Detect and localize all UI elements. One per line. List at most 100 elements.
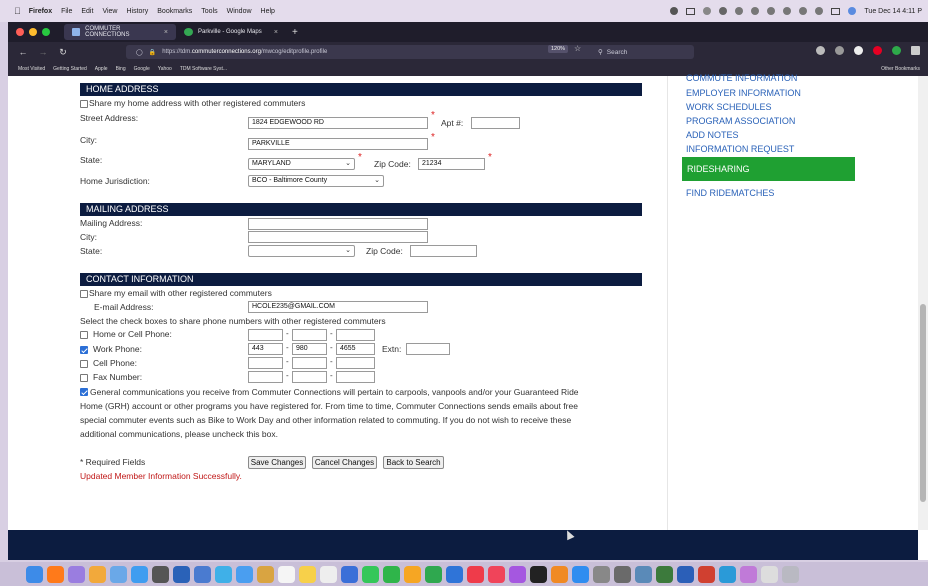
work-phone-line-input[interactable]: 4655 xyxy=(336,343,375,355)
apple-icon[interactable]:  xyxy=(14,6,21,16)
app-icon[interactable] xyxy=(719,565,736,583)
firefox-icon[interactable] xyxy=(47,565,64,583)
calendar-icon[interactable] xyxy=(278,565,295,583)
messages-icon[interactable] xyxy=(362,565,379,583)
apt-input[interactable] xyxy=(471,117,520,129)
music-icon[interactable] xyxy=(488,565,505,583)
time-machine-icon[interactable] xyxy=(783,7,792,15)
bookmark-tdm-software[interactable]: TDM Software Syst... xyxy=(180,66,227,72)
finder-icon[interactable] xyxy=(26,565,43,583)
email-input[interactable]: HCOLE235@GMAIL.COM xyxy=(248,301,428,313)
page-scrollbar[interactable] xyxy=(918,76,928,530)
save-changes-button[interactable]: Save Changes xyxy=(248,456,306,469)
back-arrow-icon[interactable]: ← xyxy=(18,47,28,57)
app-icon[interactable] xyxy=(698,565,715,583)
bookmark-bing[interactable]: Bing xyxy=(116,66,126,72)
nav-find-ridematches[interactable]: FIND RIDEMATCHES xyxy=(686,188,774,198)
user-icon[interactable] xyxy=(799,7,808,15)
minimize-window-icon[interactable] xyxy=(29,28,37,36)
app-icon[interactable] xyxy=(614,565,631,583)
trash-icon[interactable] xyxy=(782,565,799,583)
state-select[interactable]: MARYLAND ⌄ xyxy=(248,158,355,170)
menu-window[interactable]: Window xyxy=(227,8,252,15)
menu-history[interactable]: History xyxy=(126,8,148,15)
photos-icon[interactable] xyxy=(89,565,106,583)
tab-commuter-connections[interactable]: COMMUTER CONNECTIONS × xyxy=(64,24,176,40)
cell-phone-area-input[interactable] xyxy=(248,357,283,369)
menubar-clock[interactable]: Tue Dec 14 4:11 P xyxy=(864,8,922,15)
close-window-icon[interactable] xyxy=(16,28,24,36)
jurisdiction-select[interactable]: BCO - Baltimore County ⌄ xyxy=(248,175,384,187)
home-cell-phone-checkbox[interactable] xyxy=(80,331,88,339)
app-icon[interactable] xyxy=(173,565,190,583)
nav-commute-information[interactable]: COMMUTE INFORMATION xyxy=(686,73,797,83)
lock-icon[interactable]: 🔒 xyxy=(149,49,156,56)
extension-icon[interactable] xyxy=(892,46,901,55)
menu-firefox[interactable]: Firefox xyxy=(29,8,52,15)
zip-input[interactable]: 21234 xyxy=(418,158,485,170)
other-bookmarks-folder[interactable]: Other Bookmarks xyxy=(881,66,920,72)
cell-phone-prefix-input[interactable] xyxy=(292,357,327,369)
mailing-state-select[interactable]: ⌄ xyxy=(248,245,355,257)
nav-ridesharing-active[interactable]: RIDESHARING xyxy=(682,157,855,181)
shield-icon[interactable]: ◯ xyxy=(136,49,143,56)
fax-prefix-input[interactable] xyxy=(292,371,327,383)
bookmark-apple[interactable]: Apple xyxy=(95,66,108,72)
app-icon[interactable] xyxy=(341,565,358,583)
menu-icon[interactable] xyxy=(911,46,920,55)
scrollbar-thumb[interactable] xyxy=(920,304,926,502)
app-icon[interactable] xyxy=(656,565,673,583)
bookmark-star-icon[interactable]: ☆ xyxy=(574,44,581,53)
menu-file[interactable]: File xyxy=(61,8,72,15)
app-icon[interactable] xyxy=(740,565,757,583)
pocket-icon[interactable] xyxy=(816,46,825,55)
app-icon[interactable] xyxy=(110,565,127,583)
keynote-icon[interactable] xyxy=(446,565,463,583)
tv-icon[interactable] xyxy=(530,565,547,583)
siri-icon[interactable] xyxy=(848,7,857,15)
clock-icon[interactable] xyxy=(719,7,728,15)
launchpad-icon[interactable] xyxy=(68,565,85,583)
word-icon[interactable] xyxy=(677,565,694,583)
extn-input[interactable] xyxy=(406,343,450,355)
menu-view[interactable]: View xyxy=(102,8,117,15)
app-icon[interactable] xyxy=(635,565,652,583)
new-tab-button[interactable]: + xyxy=(286,27,298,38)
nav-program-association[interactable]: PROGRAM ASSOCIATION xyxy=(686,116,795,126)
nav-add-notes[interactable]: ADD NOTES xyxy=(686,130,739,140)
calculator-icon[interactable] xyxy=(152,565,169,583)
mailing-city-input[interactable] xyxy=(248,231,428,243)
app-icon[interactable] xyxy=(215,565,232,583)
books-icon[interactable] xyxy=(551,565,568,583)
mailing-address-input[interactable] xyxy=(248,218,428,230)
forward-arrow-icon[interactable]: → xyxy=(38,47,48,57)
app-store-icon[interactable] xyxy=(572,565,589,583)
share-home-checkbox[interactable] xyxy=(80,100,88,108)
bookmark-yahoo[interactable]: Yahoo xyxy=(158,66,172,72)
app-icon[interactable] xyxy=(257,565,274,583)
home-phone-prefix-input[interactable] xyxy=(292,329,327,341)
zoom-level[interactable]: 120% xyxy=(548,45,569,53)
spotlight-icon[interactable] xyxy=(815,7,824,15)
cell-phone-line-input[interactable] xyxy=(336,357,375,369)
fax-line-input[interactable] xyxy=(336,371,375,383)
preview-icon[interactable] xyxy=(761,565,778,583)
bluetooth-icon[interactable] xyxy=(751,7,760,15)
work-phone-checkbox[interactable] xyxy=(80,346,88,354)
back-to-search-button[interactable]: Back to Search xyxy=(383,456,444,469)
notes-icon[interactable] xyxy=(299,565,316,583)
app-icon[interactable] xyxy=(194,565,211,583)
numbers-icon[interactable] xyxy=(425,565,442,583)
share-email-checkbox[interactable] xyxy=(80,290,88,298)
reminders-icon[interactable] xyxy=(320,565,337,583)
headphones-icon[interactable] xyxy=(735,7,744,15)
pinterest-icon[interactable] xyxy=(873,46,882,55)
mailing-zip-input[interactable] xyxy=(410,245,477,257)
cell-phone-checkbox[interactable] xyxy=(80,360,88,368)
nav-work-schedules[interactable]: WORK SCHEDULES xyxy=(686,102,772,112)
url-bar[interactable]: ◯ 🔒 https://tdm.commuterconnections.org/… xyxy=(126,45,604,59)
cancel-changes-button[interactable]: Cancel Changes xyxy=(312,456,377,469)
reload-icon[interactable]: ↻ xyxy=(58,47,68,58)
close-tab-icon[interactable]: × xyxy=(164,29,168,36)
nav-information-request[interactable]: INFORMATION REQUEST xyxy=(686,144,794,154)
